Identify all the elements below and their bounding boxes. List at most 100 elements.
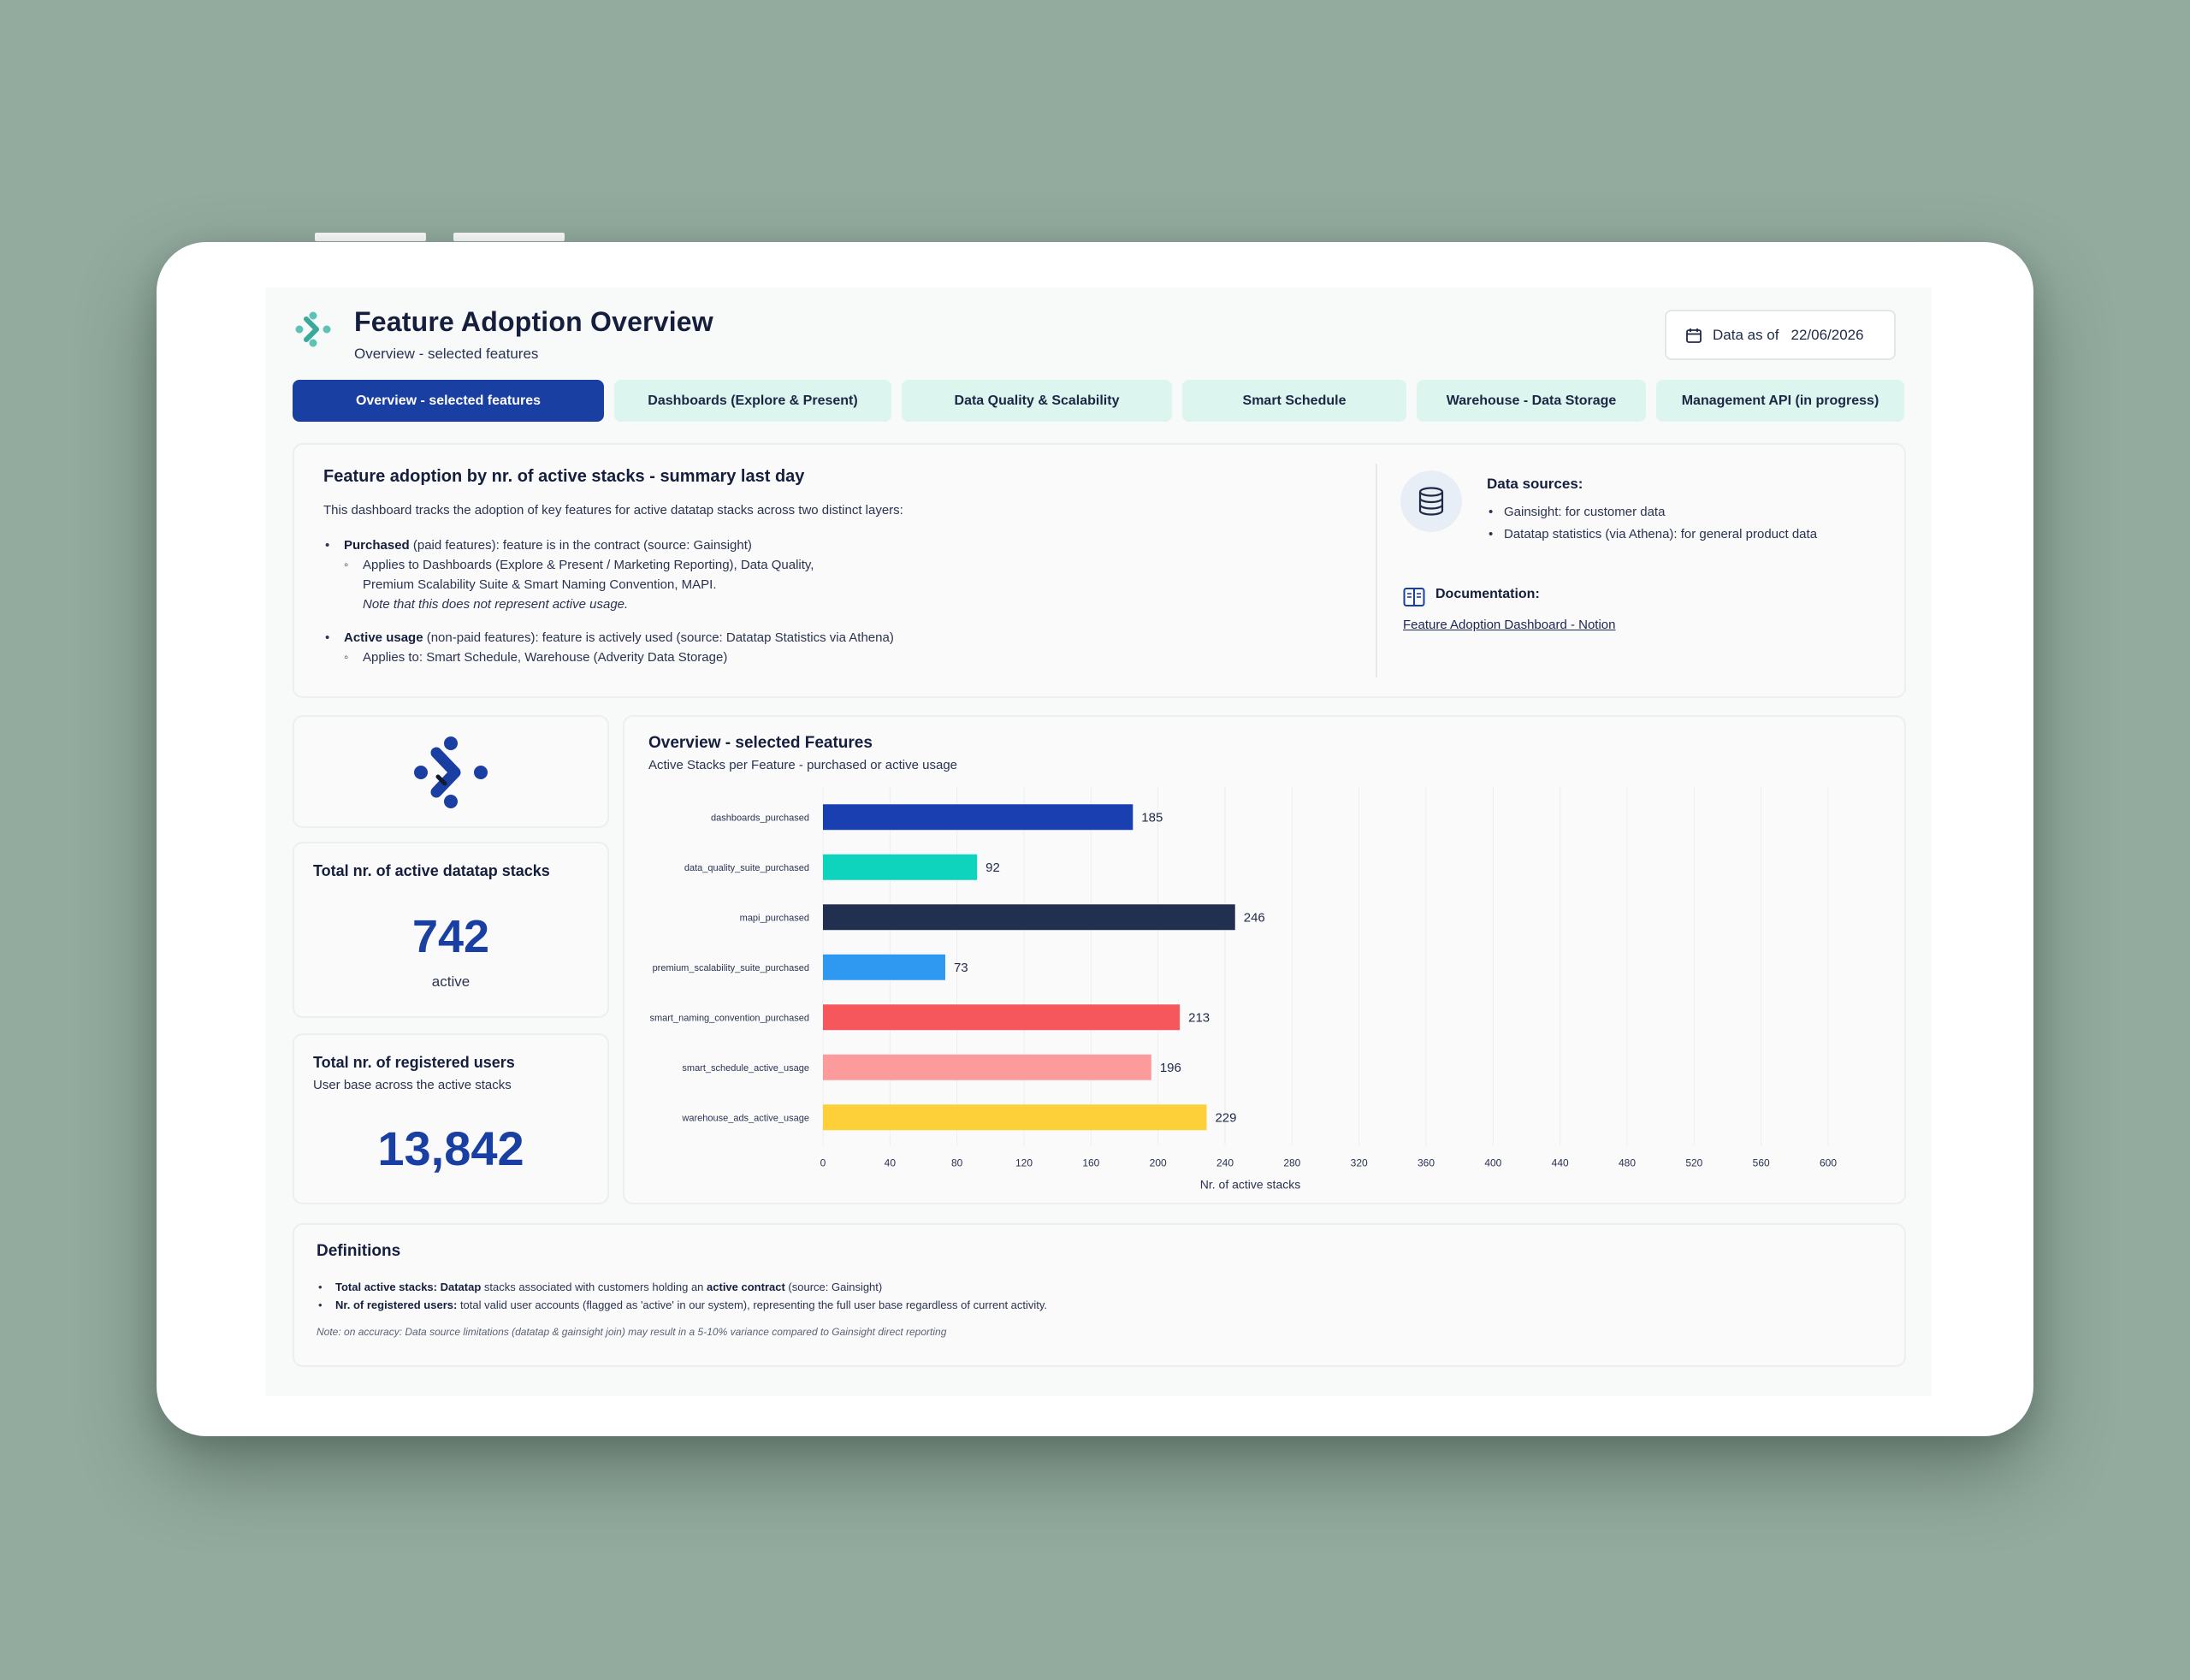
purchased-text: (paid features): feature is in the contr… (409, 538, 752, 553)
data-source-item: Datatap statistics (via Athena): for gen… (1487, 524, 1817, 546)
data-sources-title: Data sources: (1487, 476, 1583, 492)
y-category-label: premium_scalability_suite_purchased (653, 963, 809, 973)
definition-text: (source: Gainsight) (784, 1281, 883, 1293)
database-icon (1418, 487, 1444, 516)
tab-data-quality[interactable]: Data Quality & Scalability (902, 380, 1172, 422)
page-title: Feature Adoption Overview (354, 306, 713, 337)
active-usage-applies: Applies to: Smart Schedule, Warehouse (A… (323, 648, 1350, 667)
kpi-active-stacks-card: Total nr. of active datatap stacks 742 a… (293, 842, 609, 1018)
definition-text: stacks associated with customers holding… (481, 1281, 707, 1293)
definitions-title: Definitions (317, 1242, 401, 1260)
x-tick-label: 400 (1484, 1157, 1501, 1169)
definition-text: total valid user accounts (flagged as 'a… (457, 1298, 1048, 1311)
definition-item: Total active stacks: Datatap stacks asso… (317, 1278, 1047, 1296)
x-tick-label: 240 (1216, 1157, 1234, 1169)
chart-bar (823, 1104, 1207, 1131)
chart-bar (823, 854, 978, 880)
accuracy-note: Note: on accuracy: Data source limitatio… (317, 1326, 947, 1338)
tab-smart-schedule[interactable]: Smart Schedule (1182, 380, 1406, 422)
purchased-note: Note that this does not represent active… (363, 597, 629, 612)
bar-value-label: 92 (986, 861, 1000, 875)
bar-value-label: 213 (1188, 1010, 1210, 1025)
kpi-active-stacks-sub: active (431, 973, 471, 990)
feature-chart-card: Overview - selected Features Active Stac… (623, 715, 1906, 1204)
page-subtitle: Overview - selected features (354, 346, 539, 362)
x-tick-label: 440 (1552, 1157, 1569, 1169)
kpi-registered-users-desc: User base across the active stacks (313, 1078, 512, 1092)
x-tick-label: 360 (1418, 1157, 1435, 1169)
y-category-label: smart_schedule_active_usage (682, 1063, 809, 1074)
y-category-label: smart_naming_convention_purchased (649, 1013, 809, 1023)
active-usage-label: Active usage (344, 630, 423, 645)
x-tick-label: 160 (1082, 1157, 1099, 1169)
bar-value-label: 229 (1215, 1110, 1236, 1125)
summary-intro: This dashboard tracks the adoption of ke… (323, 503, 903, 518)
data-sources-list: Gainsight: for customer data Datatap sta… (1487, 501, 1817, 546)
x-tick-label: 560 (1753, 1157, 1770, 1169)
bullet-purchased: Purchased (paid features): feature is in… (323, 535, 1350, 555)
dashboard-screen: Feature Adoption Overview Overview - sel… (265, 287, 1932, 1396)
definitions-list: Total active stacks: Datatap stacks asso… (317, 1278, 1047, 1314)
brand-logo-large-icon (414, 736, 488, 808)
kpi-registered-users-title: Total nr. of registered users (313, 1054, 515, 1071)
x-tick-label: 280 (1283, 1157, 1300, 1169)
y-category-label: warehouse_ads_active_usage (681, 1113, 809, 1123)
x-tick-label: 40 (885, 1157, 897, 1169)
active-usage-text: (non-paid features): feature is actively… (423, 630, 894, 645)
definition-term: Nr. of registered users: (335, 1298, 458, 1311)
brand-logo-icon (295, 311, 331, 347)
tab-overview[interactable]: Overview - selected features (293, 380, 604, 422)
documentation-link[interactable]: Feature Adoption Dashboard - Notion (1403, 618, 1616, 632)
bullet-active-usage: Active usage (non-paid features): featur… (323, 628, 1350, 648)
feature-bar-chart: 0 40 80 120 160 200 240 280 320 360 400 440 480 520 56… (649, 787, 1837, 1192)
x-tick-label: 480 (1619, 1157, 1636, 1169)
bar-value-label: 185 (1141, 810, 1163, 825)
kpi-active-stacks-value: 742 (411, 911, 490, 962)
definition-emphasis: active contract (707, 1281, 785, 1293)
definitions-card: Definitions Total active stacks: Datatap… (293, 1223, 1906, 1367)
chart-bar (823, 1054, 1151, 1080)
purchased-applies-cont: Premium Scalability Suite & Smart Naming… (363, 577, 717, 592)
chart-bar (823, 954, 945, 980)
summary-title: Feature adoption by nr. of active stacks… (323, 467, 805, 486)
tab-bar: Overview - selected features Dashboards … (293, 380, 1904, 423)
purchased-label: Purchased (344, 538, 410, 553)
book-icon (1403, 588, 1425, 606)
x-tick-label: 320 (1351, 1157, 1368, 1169)
kpi-active-stacks-title: Total nr. of active datatap stacks (313, 862, 550, 879)
chart-bar (823, 904, 1235, 931)
definition-item: Nr. of registered users: total valid use… (317, 1296, 1047, 1314)
y-category-label: dashboards_purchased (711, 813, 809, 823)
x-tick-label: 520 (1685, 1157, 1702, 1169)
x-axis-label: Nr. of active stacks (1200, 1178, 1300, 1192)
y-category-label: mapi_purchased (740, 913, 809, 923)
summary-bullets: Purchased (paid features): feature is in… (323, 535, 1350, 667)
y-category-label: data_quality_suite_purchased (684, 863, 809, 873)
data-source-item: Gainsight: for customer data (1487, 501, 1817, 524)
bar-value-label: 73 (954, 961, 968, 975)
tab-warehouse[interactable]: Warehouse - Data Storage (1417, 380, 1646, 422)
definition-term: Total active stacks: Datatap (335, 1281, 482, 1293)
x-tick-label: 200 (1150, 1157, 1167, 1169)
device-tab-stub-1 (315, 233, 426, 241)
date-label: Data as of (1713, 326, 1779, 343)
x-tick-label: 600 (1820, 1157, 1837, 1169)
chart-bar (823, 1004, 1181, 1031)
tab-dashboards[interactable]: Dashboards (Explore & Present) (614, 380, 891, 422)
kpi-registered-users-value: 13,842 (377, 1121, 524, 1175)
database-icon-badge (1400, 470, 1462, 532)
data-date-indicator[interactable]: Data as of 22/06/2026 (1665, 310, 1896, 360)
kpi-registered-users-card: Total nr. of registered users User base … (293, 1033, 609, 1204)
purchased-applies: Applies to Dashboards (Explore & Present… (323, 555, 1350, 575)
date-value: 22/06/2026 (1790, 326, 1864, 343)
bar-value-label: 246 (1244, 910, 1265, 925)
calendar-icon (1686, 328, 1702, 343)
documentation-title: Documentation: (1435, 587, 1540, 601)
tab-management-api[interactable]: Management API (in progress) (1656, 380, 1904, 422)
summary-divider (1376, 464, 1377, 677)
brand-logo-card (293, 715, 609, 828)
x-tick-label: 80 (951, 1157, 963, 1169)
device-tab-stub-2 (453, 233, 565, 241)
x-tick-label: 120 (1015, 1157, 1033, 1169)
x-tick-label: 0 (820, 1157, 826, 1169)
